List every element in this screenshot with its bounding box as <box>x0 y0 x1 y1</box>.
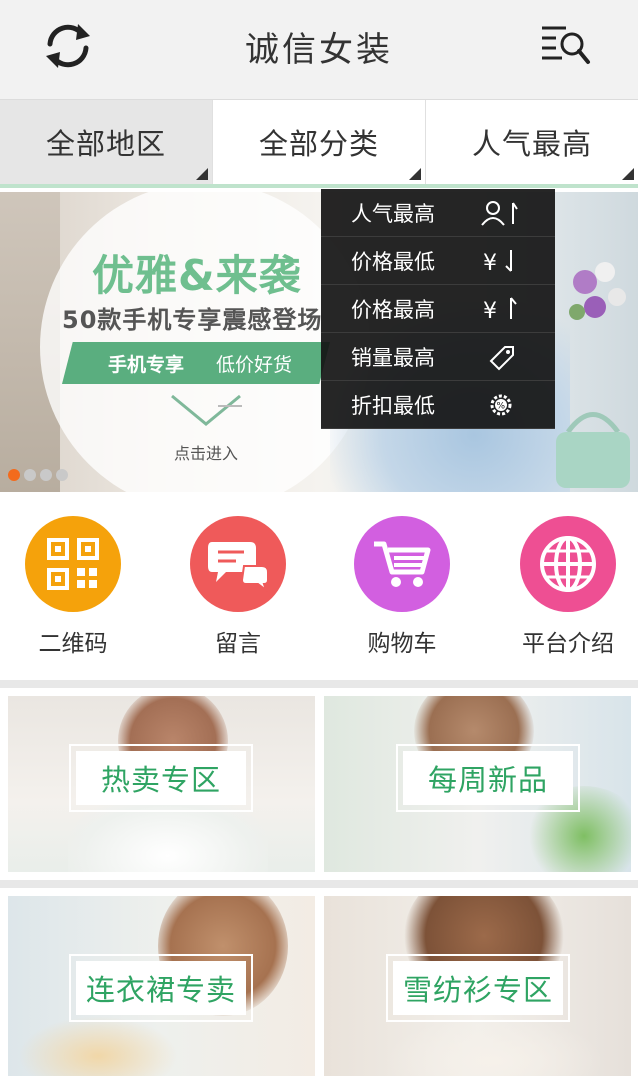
quick-link-qrcode[interactable]: 二维码 <box>0 516 153 658</box>
sort-option-label: 价格最低 <box>351 249 435 274</box>
sort-option-sales-high[interactable]: 销量最高 <box>321 333 555 381</box>
category-label-box: 连衣裙专卖 <box>69 954 253 1022</box>
banner-enter-link[interactable]: 点击进入 <box>174 440 238 464</box>
chat-icon <box>190 516 286 612</box>
pagination-dot-active[interactable] <box>8 469 20 481</box>
flowers-image <box>569 262 626 320</box>
quick-link-label: 平台介绍 <box>522 631 614 657</box>
app-header: 诚信女装 <box>0 0 638 100</box>
category-tile-hot[interactable]: 热卖专区 <box>8 696 315 872</box>
tab-category[interactable]: 全部分类 <box>213 100 426 184</box>
pagination-dot[interactable] <box>56 469 68 481</box>
sort-option-label: 销量最高 <box>351 345 435 370</box>
corner-triangle-icon <box>622 168 634 180</box>
category-tile-new[interactable]: 每周新品 <box>324 696 631 872</box>
yen-up-icon: ¥ <box>483 297 517 323</box>
model-blouse-image <box>384 1016 604 1076</box>
sort-dropdown: 人气最高 价格最低 ¥ 价格最高 ¥ 销量最高 折扣最低 % <box>321 189 555 429</box>
quick-link-cart[interactable]: 购物车 <box>322 516 482 658</box>
globe-icon <box>520 516 616 612</box>
quick-link-label: 二维码 <box>38 631 108 657</box>
svg-text:¥: ¥ <box>483 299 497 323</box>
svg-text:¥: ¥ <box>483 251 497 275</box>
category-label: 雪纺衫专区 <box>393 961 563 1015</box>
tab-category-label: 全部分类 <box>258 127 379 161</box>
banner-pagination <box>8 469 68 481</box>
tab-sort-label: 人气最高 <box>471 127 592 161</box>
section-divider <box>0 880 638 888</box>
qr-code-icon <box>25 516 121 612</box>
pagination-dot[interactable] <box>24 469 36 481</box>
banner-ribbon-main: 手机专享 <box>108 354 185 376</box>
sort-option-discount-low[interactable]: 折扣最低 % <box>321 381 555 429</box>
section-divider <box>0 680 638 688</box>
svg-text:%: % <box>497 402 506 412</box>
banner-headline: 优雅&来袭 <box>92 251 302 300</box>
quick-link-label: 购物车 <box>367 631 437 657</box>
tab-sort[interactable]: 人气最高 <box>426 100 638 184</box>
handbag-image <box>556 412 630 488</box>
chevron-down-icon <box>171 394 242 426</box>
category-label-box: 热卖专区 <box>69 744 253 812</box>
quick-link-message[interactable]: 留言 <box>158 516 318 658</box>
cart-icon <box>354 516 450 612</box>
tab-region-label: 全部地区 <box>45 127 166 161</box>
filter-bar: 全部地区 全部分类 人气最高 <box>0 100 638 188</box>
sort-option-label: 价格最高 <box>351 297 435 322</box>
sort-option-price-low[interactable]: 价格最低 ¥ <box>321 237 555 285</box>
sort-option-price-high[interactable]: 价格最高 ¥ <box>321 285 555 333</box>
tab-region[interactable]: 全部地区 <box>0 100 213 184</box>
quick-link-about[interactable]: 平台介绍 <box>488 516 638 658</box>
corner-triangle-icon <box>196 168 208 180</box>
person-up-icon <box>481 201 518 226</box>
category-label: 热卖专区 <box>76 751 246 805</box>
pagination-dot[interactable] <box>40 469 52 481</box>
category-tile-dresses[interactable]: 连衣裙专卖 <box>8 896 315 1076</box>
sort-option-popular[interactable]: 人气最高 <box>321 189 555 237</box>
quick-links: 二维码 留言 购物车 平台介绍 <box>0 492 638 680</box>
sort-option-label: 折扣最低 <box>351 393 435 418</box>
yen-down-icon: ¥ <box>483 250 512 275</box>
list-search-icon[interactable] <box>536 18 596 70</box>
tag-icon <box>489 346 514 371</box>
category-label: 每周新品 <box>403 751 573 805</box>
category-label: 连衣裙专卖 <box>76 961 246 1015</box>
category-tile-chiffon[interactable]: 雪纺衫专区 <box>324 896 631 1076</box>
banner-ribbon-sub: 低价好货 <box>216 354 293 376</box>
category-label-box: 每周新品 <box>396 744 580 812</box>
sort-option-label: 人气最高 <box>351 201 435 226</box>
quick-link-label: 留言 <box>215 631 261 657</box>
banner-subline: 50款手机专享震感登场 <box>62 306 323 334</box>
category-label-box: 雪纺衫专区 <box>386 954 570 1022</box>
discount-gear-icon: % <box>490 394 512 416</box>
corner-triangle-icon <box>409 168 421 180</box>
